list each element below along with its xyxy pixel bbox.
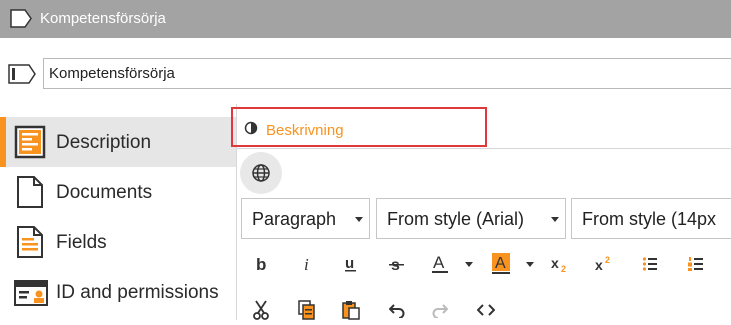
- copy-icon: [298, 300, 315, 320]
- highlight-color-icon: A: [492, 253, 510, 274]
- translate-button[interactable]: [240, 152, 282, 194]
- block-format-select[interactable]: Paragraph: [241, 198, 370, 239]
- svg-text:A: A: [495, 255, 506, 272]
- numbered-list-icon: [688, 257, 703, 271]
- svg-text:u: u: [345, 256, 354, 272]
- svg-text:b: b: [256, 256, 266, 272]
- fields-icon: [14, 225, 46, 264]
- font-family-select[interactable]: From style (Arial): [376, 198, 566, 239]
- svg-text:x: x: [595, 257, 603, 273]
- superscript-button[interactable]: x2: [589, 249, 619, 279]
- svg-text:2: 2: [605, 255, 610, 265]
- description-icon: [14, 125, 46, 164]
- svg-text:x: x: [551, 255, 559, 271]
- tag-icon: [8, 64, 36, 89]
- globe-icon: [252, 164, 270, 182]
- sidebar-item-label: Description: [56, 132, 152, 153]
- source-code-button[interactable]: [471, 295, 501, 325]
- redo-icon: [432, 304, 448, 318]
- paste-button[interactable]: [336, 295, 366, 325]
- undo-icon: [389, 304, 405, 318]
- active-indicator: [0, 117, 6, 167]
- chevron-down-icon: [355, 217, 363, 222]
- id-card-icon: [14, 275, 48, 314]
- bulleted-list-button[interactable]: [635, 249, 665, 279]
- bulleted-list-icon: [642, 257, 657, 271]
- sidebar-item-description[interactable]: Description: [0, 117, 236, 167]
- text-color-icon: A: [432, 254, 448, 273]
- sidebar-item-label: Fields: [56, 232, 107, 253]
- sidebar-item-id-and-permissions[interactable]: ID and permissions: [0, 267, 236, 317]
- scissors-icon: [253, 300, 269, 320]
- bold-icon: b: [256, 256, 266, 272]
- undo-button[interactable]: [382, 295, 412, 325]
- block-format-value: Paragraph: [252, 209, 337, 229]
- svg-text:i: i: [304, 256, 309, 272]
- chevron-down-icon[interactable]: [465, 262, 473, 267]
- underline-button[interactable]: u: [336, 249, 366, 279]
- copy-button[interactable]: [292, 295, 322, 325]
- italic-button[interactable]: i: [292, 249, 322, 279]
- tag-icon: [10, 9, 32, 33]
- sidebar-item-fields[interactable]: Fields: [0, 217, 236, 267]
- subscript-button[interactable]: x2: [545, 249, 575, 279]
- numbered-list-button[interactable]: [681, 249, 711, 279]
- redo-button[interactable]: [425, 295, 455, 325]
- background-color-button[interactable]: A: [486, 249, 516, 279]
- sidebar-item-documents[interactable]: Documents: [0, 167, 236, 217]
- name-input[interactable]: [43, 58, 731, 89]
- title-bar: Kompetensförsörja: [0, 0, 731, 38]
- superscript-icon: x2: [595, 255, 610, 273]
- underline-icon: u: [345, 256, 356, 272]
- paste-icon: [342, 301, 360, 320]
- chevron-down-icon[interactable]: [526, 262, 534, 267]
- sidebar-item-label: Documents: [56, 182, 153, 203]
- subscript-icon: x2: [551, 255, 566, 273]
- document-icon: [14, 175, 46, 214]
- strikethrough-icon: s: [389, 257, 404, 272]
- bold-button[interactable]: b: [246, 249, 276, 279]
- window-title: Kompetensförsörja: [40, 10, 166, 27]
- chevron-down-icon: [551, 217, 559, 222]
- sidebar-item-label: ID and permissions: [56, 282, 219, 303]
- text-color-button[interactable]: A: [425, 249, 455, 279]
- font-size-select[interactable]: From style (14px: [571, 198, 731, 239]
- cut-button[interactable]: [246, 295, 276, 325]
- italic-icon: i: [304, 256, 309, 272]
- svg-text:2: 2: [561, 264, 566, 273]
- highlight-box: [231, 107, 487, 147]
- header-divider: [236, 148, 731, 149]
- font-size-value: From style (14px: [582, 209, 717, 229]
- font-family-value: From style (Arial): [387, 209, 525, 229]
- code-icon: [477, 304, 495, 316]
- strikethrough-button[interactable]: s: [382, 249, 412, 279]
- svg-text:A: A: [433, 254, 445, 272]
